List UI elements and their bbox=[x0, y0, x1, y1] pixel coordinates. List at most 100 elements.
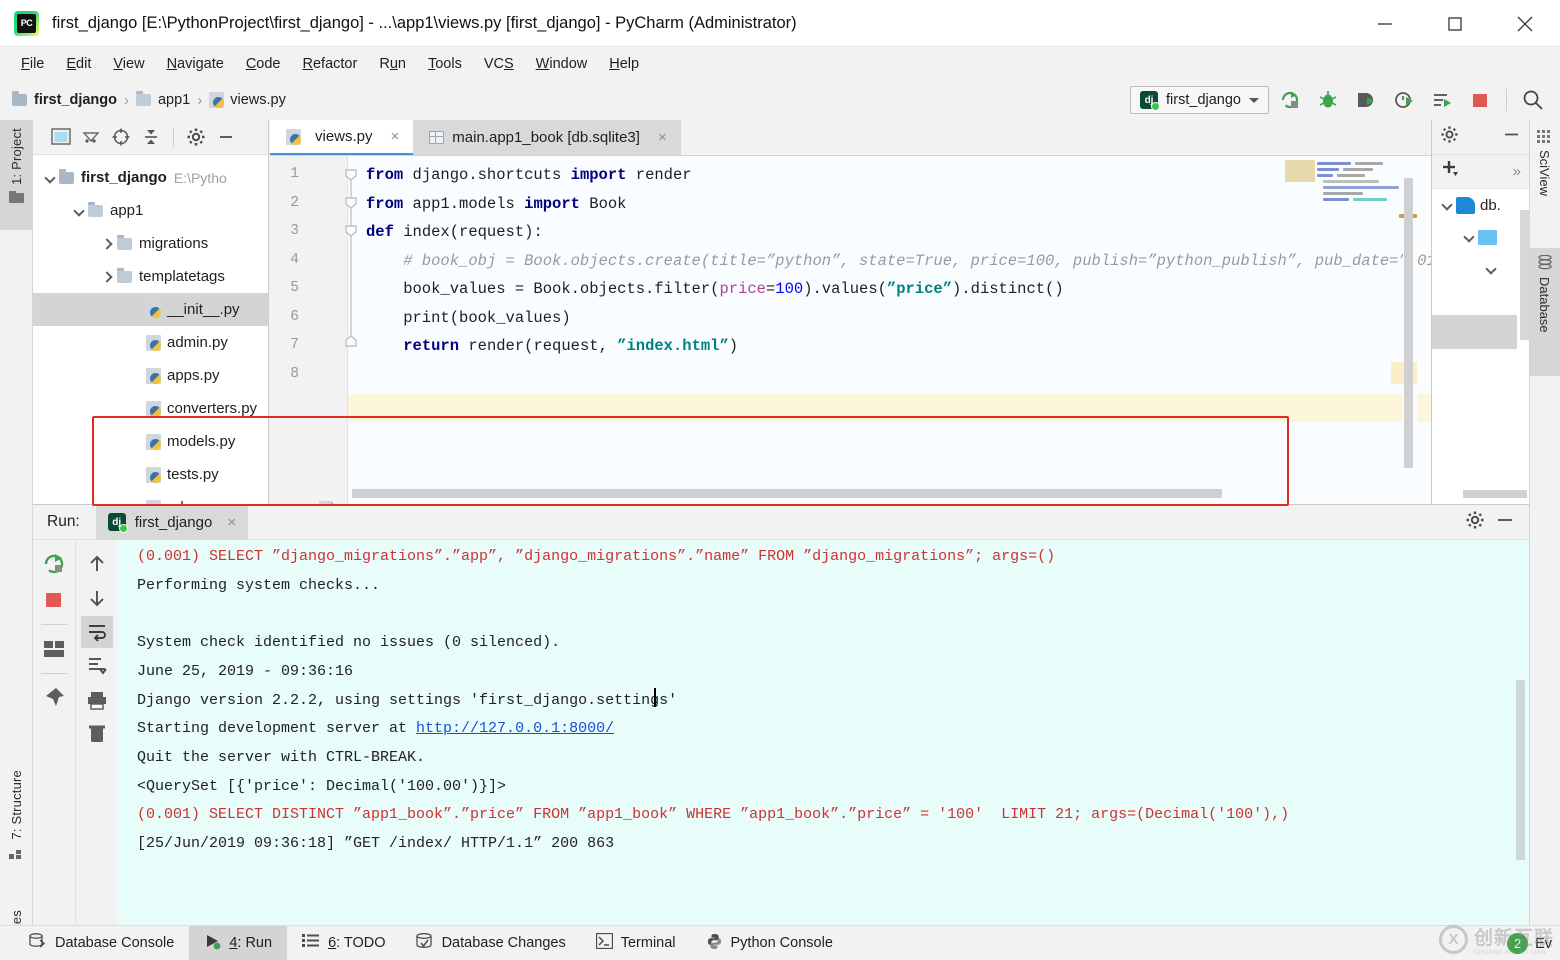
search-icon[interactable] bbox=[1516, 83, 1550, 117]
debug-icon[interactable] bbox=[1311, 83, 1345, 117]
add-datasource-icon[interactable] bbox=[1440, 159, 1460, 184]
close-icon[interactable]: × bbox=[391, 128, 400, 145]
code-line[interactable]: def index(request): bbox=[366, 223, 543, 241]
code-folding-markers[interactable] bbox=[342, 166, 360, 356]
clear-all-icon[interactable] bbox=[81, 718, 113, 750]
hide-icon[interactable] bbox=[1502, 125, 1521, 149]
tree-item-app1[interactable]: app1 bbox=[33, 194, 268, 227]
gear-icon[interactable] bbox=[1440, 125, 1459, 149]
close-icon[interactable] bbox=[1490, 0, 1560, 47]
chevron-right-icon[interactable] bbox=[101, 270, 115, 284]
gear-icon[interactable] bbox=[182, 123, 210, 151]
menu-vcs[interactable]: VCS bbox=[473, 52, 525, 76]
code-line[interactable]: # book_obj = Book.objects.create(title=”… bbox=[366, 252, 1431, 270]
menu-view[interactable]: View bbox=[102, 52, 155, 76]
select-opened-file-icon[interactable] bbox=[47, 123, 75, 151]
console-vertical-scrollbar[interactable] bbox=[1516, 680, 1525, 860]
tree-item-first-django[interactable]: first_django E:\Pytho bbox=[33, 161, 268, 194]
rerun-icon[interactable] bbox=[38, 548, 70, 580]
status-database-console[interactable]: Database Console bbox=[14, 926, 189, 960]
maximize-icon[interactable] bbox=[1420, 0, 1490, 47]
menu-tools[interactable]: Tools bbox=[417, 52, 473, 76]
tool-tab-structure[interactable]: 7: Structure bbox=[0, 770, 33, 875]
menu-refactor[interactable]: Refactor bbox=[292, 52, 369, 76]
tool-tab-project[interactable]: 1: Project bbox=[0, 120, 33, 230]
coverage-icon[interactable] bbox=[1349, 83, 1383, 117]
stop-icon[interactable] bbox=[1463, 83, 1497, 117]
tree-item-tests-py[interactable]: tests.py bbox=[33, 458, 268, 491]
menu-window[interactable]: Window bbox=[525, 52, 599, 76]
editor-vertical-scrollbar[interactable] bbox=[1404, 178, 1413, 468]
code-line[interactable]: from app1.models import Book bbox=[366, 195, 626, 213]
database-tree-selected-row[interactable] bbox=[1432, 315, 1517, 349]
profile-icon[interactable] bbox=[1387, 83, 1421, 117]
status-todo[interactable]: 6: TODO bbox=[287, 926, 401, 960]
status-run[interactable]: 4: Run bbox=[189, 925, 288, 960]
layout-icon[interactable] bbox=[38, 633, 70, 665]
menu-navigate[interactable]: Navigate bbox=[156, 52, 235, 76]
pin-icon[interactable] bbox=[38, 682, 70, 714]
run-with-console-icon[interactable] bbox=[1425, 83, 1459, 117]
tree-item-templatetags[interactable]: templatetags bbox=[33, 260, 268, 293]
database-tree-item[interactable] bbox=[1432, 253, 1529, 285]
tree-item-migrations[interactable]: migrations bbox=[33, 227, 268, 260]
chevron-down-icon[interactable] bbox=[1462, 230, 1476, 244]
database-tree-item[interactable]: db. bbox=[1432, 189, 1529, 221]
menu-file[interactable]: File bbox=[10, 52, 55, 76]
chevron-down-icon[interactable] bbox=[43, 171, 57, 185]
menu-help[interactable]: Help bbox=[598, 52, 650, 76]
status-python-console[interactable]: Python Console bbox=[691, 926, 848, 960]
locate-icon[interactable] bbox=[107, 123, 135, 151]
editor-tab-main-app1-book[interactable]: main.app1_book [db.sqlite3] × bbox=[413, 120, 681, 155]
hide-icon[interactable] bbox=[212, 123, 240, 151]
flatten-packages-icon[interactable] bbox=[77, 123, 105, 151]
tree-item---init---py[interactable]: __init__.py bbox=[33, 293, 268, 326]
menu-run[interactable]: Run bbox=[368, 52, 417, 76]
gear-icon[interactable] bbox=[1465, 510, 1485, 535]
server-url-link[interactable]: http://127.0.0.1:8000/ bbox=[416, 720, 614, 737]
tree-item-admin-py[interactable]: admin.py bbox=[33, 326, 268, 359]
chevron-down-icon[interactable] bbox=[1440, 198, 1454, 212]
code-editor[interactable]: 1 2 3 4 5 6 7 8 from django.shortcuts import re… bbox=[270, 156, 1431, 524]
code-line[interactable]: book_values = Book.objects.filter(price=… bbox=[366, 280, 1063, 298]
run-console-output[interactable]: (0.001) SELECT ”django_migrations”.”app”… bbox=[117, 540, 1529, 925]
tool-tab-database[interactable]: Database bbox=[1529, 248, 1560, 376]
print-icon[interactable] bbox=[81, 684, 113, 716]
down-icon[interactable] bbox=[81, 582, 113, 614]
tree-item-urls-py[interactable]: urls.py bbox=[33, 491, 268, 504]
status-database-changes[interactable]: Database Changes bbox=[401, 926, 581, 960]
database-horizontal-scrollbar[interactable] bbox=[1463, 490, 1527, 498]
breadcrumb-project[interactable]: first_django bbox=[34, 92, 117, 108]
editor-horizontal-scrollbar[interactable] bbox=[352, 489, 1222, 498]
menu-code[interactable]: Code bbox=[235, 52, 292, 76]
hide-icon[interactable] bbox=[1495, 510, 1521, 535]
close-icon[interactable]: × bbox=[227, 514, 236, 531]
minimize-icon[interactable] bbox=[1350, 0, 1420, 47]
code-content[interactable]: from django.shortcuts import render from … bbox=[348, 156, 1431, 504]
expand-icon[interactable]: » bbox=[1513, 163, 1521, 180]
database-tree-item[interactable] bbox=[1432, 221, 1529, 253]
close-icon[interactable]: × bbox=[658, 129, 667, 146]
tree-item-converters-py[interactable]: converters.py bbox=[33, 392, 268, 425]
chevron-right-icon[interactable] bbox=[101, 237, 115, 251]
breadcrumb-file[interactable]: views.py bbox=[230, 92, 286, 108]
run-icon[interactable] bbox=[1273, 83, 1307, 117]
run-configuration-selector[interactable]: dj first_django bbox=[1130, 86, 1269, 114]
editor-gutter[interactable]: 1 2 3 4 5 6 7 8 bbox=[270, 156, 348, 504]
code-line[interactable]: return render(request, ”index.html”) bbox=[366, 337, 738, 355]
code-line[interactable]: print(book_values) bbox=[366, 309, 570, 327]
tree-item-apps-py[interactable]: apps.py bbox=[33, 359, 268, 392]
up-icon[interactable] bbox=[81, 548, 113, 580]
scroll-to-end-icon[interactable] bbox=[81, 650, 113, 682]
stop-icon[interactable] bbox=[38, 584, 70, 616]
soft-wrap-icon[interactable] bbox=[80, 616, 113, 648]
project-tree[interactable]: first_django E:\Pytho app1 migrations templa… bbox=[33, 155, 268, 504]
editor-tab-views-py[interactable]: views.py × bbox=[270, 120, 414, 155]
run-tab-first-django[interactable]: dj first_django × bbox=[95, 504, 249, 540]
tree-item-models-py[interactable]: models.py bbox=[33, 425, 268, 458]
chevron-down-icon[interactable] bbox=[1484, 262, 1498, 276]
menu-edit[interactable]: Edit bbox=[55, 52, 102, 76]
collapse-all-icon[interactable] bbox=[137, 123, 165, 151]
code-line[interactable]: from django.shortcuts import render bbox=[366, 166, 692, 184]
database-vertical-scrollbar[interactable] bbox=[1520, 210, 1529, 340]
